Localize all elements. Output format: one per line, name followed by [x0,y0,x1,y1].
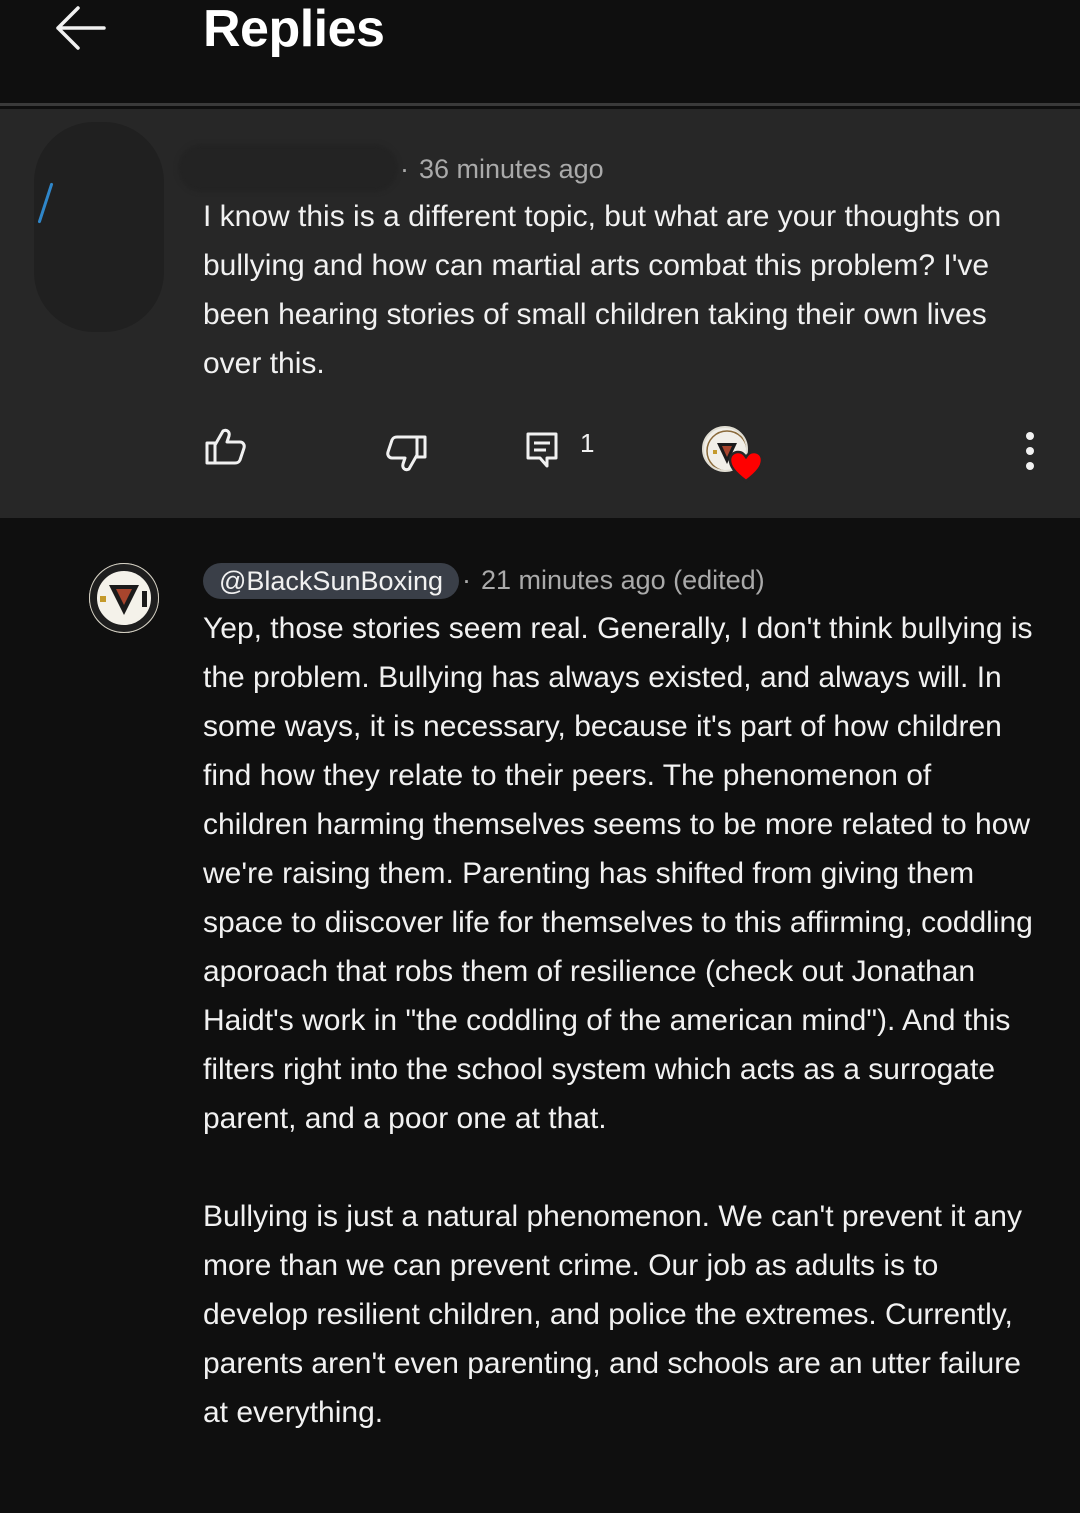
more-vertical-icon [1026,432,1034,470]
arrow-left-icon [56,6,106,50]
meta-separator: · [462,565,471,595]
meta-separator: · [400,154,409,184]
reply-button[interactable] [522,430,562,470]
creator-heart-icon [728,450,764,483]
thumbs-down-icon [386,435,427,472]
avatar-mark [37,182,54,224]
more-options-button[interactable] [1010,428,1050,474]
thumbs-up-icon [205,428,246,465]
comment-icon [526,432,558,468]
parent-comment-text: I know this is a different topic, but wh… [203,192,1033,388]
top-app-bar: Replies [0,0,1080,106]
reply-author-avatar[interactable] [89,563,159,633]
parent-comment-body: I know this is a different topic, but wh… [203,200,1002,380]
reply-paragraph: Bullying is just a natural phenomenon. W… [203,1200,1022,1429]
like-button[interactable] [200,424,250,468]
avatar-redacted[interactable] [34,122,164,332]
parent-comment-timestamp: 36 minutes ago [419,154,604,184]
reply-paragraph: Yep, those stories seem real. Generally,… [203,612,1033,1135]
page-title: Replies [203,0,385,58]
parent-comment-meta: · 36 minutes ago [400,152,604,186]
reply-count: 1 [580,428,595,458]
reply-author-handle[interactable]: @BlackSunBoxing [203,563,460,599]
boxing-logo-icon [89,563,159,633]
dislike-button[interactable] [382,432,432,476]
reply-meta: · 21 minutes ago (edited) [462,563,765,597]
reply-text: Yep, those stories seem real. Generally,… [203,604,1033,1437]
reply-timestamp: 21 minutes ago (edited) [481,565,765,595]
redacted-username [178,144,398,192]
back-button[interactable] [50,0,110,56]
